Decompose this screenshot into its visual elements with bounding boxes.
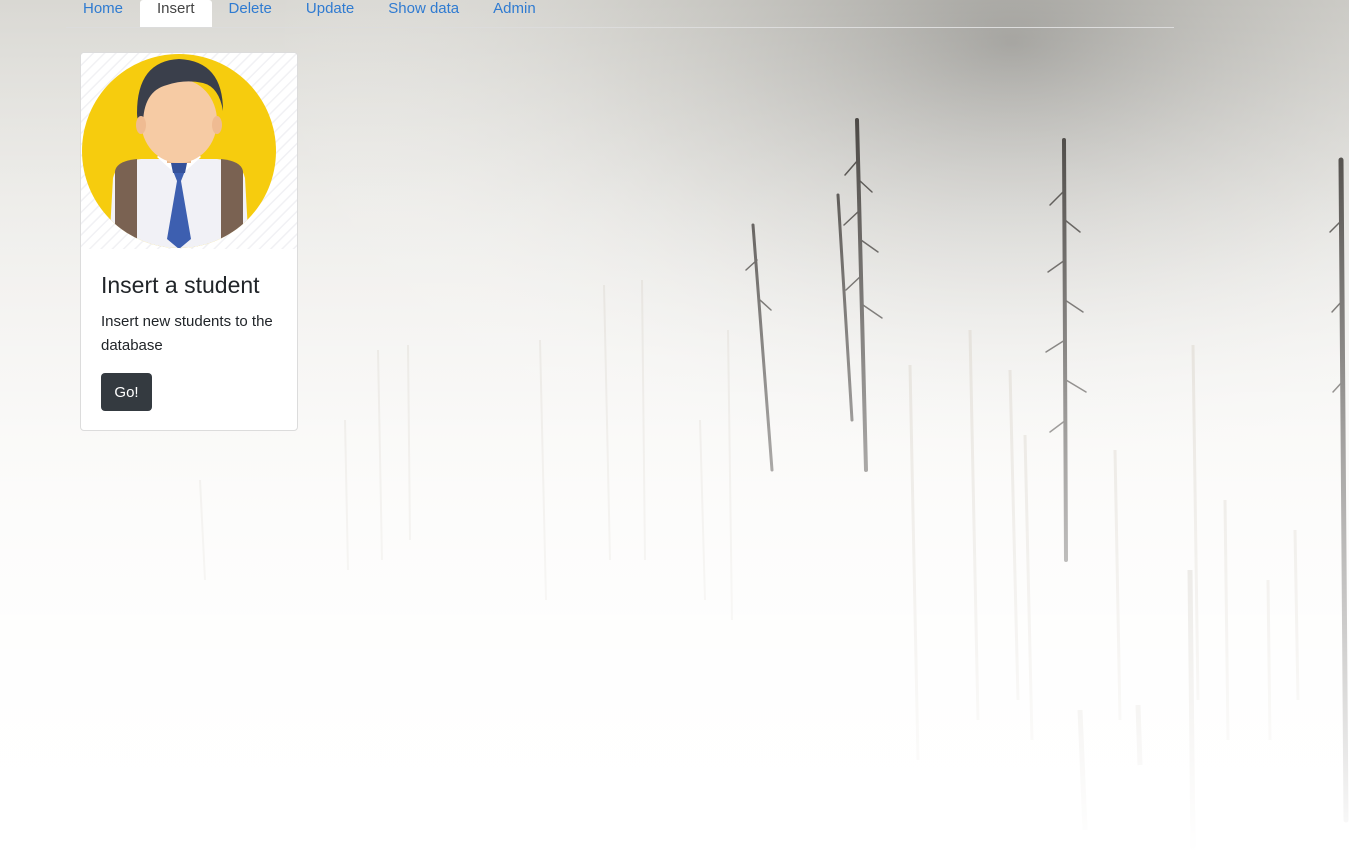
card-description: Insert new students to the database [101,313,273,354]
tab-home[interactable]: Home [66,0,140,27]
card-title: Insert a student [101,272,260,298]
insert-student-card: Insert a student Insert new students to … [80,52,298,431]
student-avatar-icon [81,53,297,249]
tab-insert[interactable]: Insert [140,0,212,27]
tab-show-data[interactable]: Show data [371,0,476,27]
nav-tabs: Home Insert Delete Update Show data Admi… [66,0,1174,28]
tab-admin[interactable]: Admin [476,0,553,27]
go-button[interactable]: Go! [101,373,152,411]
tab-delete[interactable]: Delete [212,0,289,27]
tab-update[interactable]: Update [289,0,371,27]
